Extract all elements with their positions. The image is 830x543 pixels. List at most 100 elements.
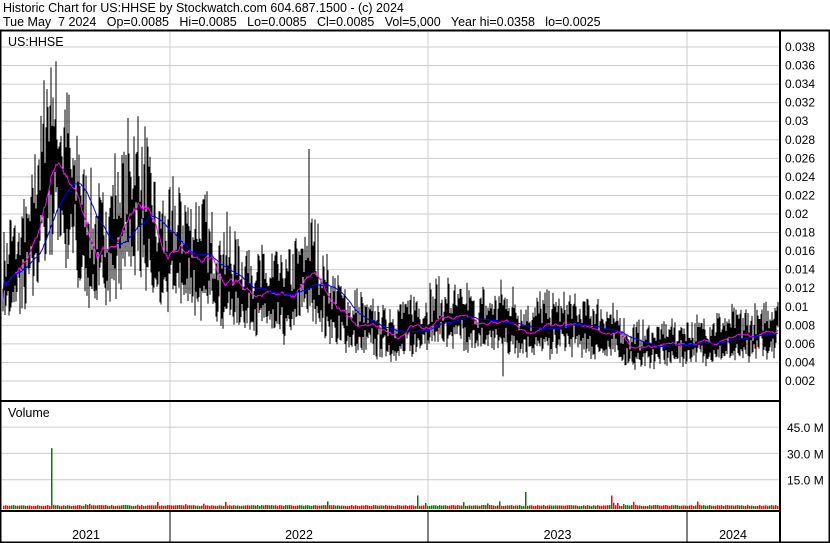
volume-bar: [365, 505, 367, 509]
volume-bar: [371, 505, 373, 509]
volume-bar: [65, 505, 67, 509]
volume-bar: [619, 505, 621, 509]
volume-bar: [205, 505, 207, 509]
volume-bar: [181, 505, 183, 509]
volume-bar: [49, 505, 51, 509]
volume-bar: [81, 505, 83, 509]
volume-bar: [479, 505, 481, 509]
volume-bar: [223, 505, 225, 509]
volume-bar: [137, 504, 139, 509]
volume-bar: [613, 502, 615, 509]
volume-bar: [477, 505, 479, 509]
price-tick-label: 0.016: [785, 244, 815, 258]
volume-bar: [481, 505, 483, 509]
volume-bar: [731, 505, 733, 509]
volume-bar: [657, 505, 659, 509]
price-tick-label: 0.038: [785, 40, 815, 54]
volume-bar: [19, 505, 21, 509]
volume-bar: [317, 505, 319, 509]
volume-bar: [71, 505, 73, 509]
volume-bar: [603, 505, 605, 509]
volume-bar: [653, 505, 655, 509]
volume-bar: [769, 505, 771, 509]
volume-bar: [239, 505, 241, 509]
volume-bar: [483, 505, 485, 509]
volume-bar: [111, 505, 113, 509]
volume-bar: [131, 505, 133, 509]
volume-bar: [161, 505, 163, 509]
volume-bar: [169, 505, 171, 509]
volume-bar: [565, 505, 567, 509]
volume-bar: [179, 504, 181, 509]
volume-bar: [601, 505, 603, 509]
volume-bar: [163, 505, 165, 509]
volume-bar: [91, 505, 93, 509]
volume-bar: [719, 505, 721, 509]
volume-bar: [67, 505, 69, 509]
volume-bar: [649, 505, 651, 509]
volume-bar: [229, 505, 231, 509]
volume-bar: [777, 505, 779, 509]
volume-bar: [225, 501, 227, 509]
volume-bar: [411, 505, 413, 509]
price-tick-label: 0.026: [785, 151, 815, 165]
volume-bar: [699, 504, 701, 509]
volume-bar: [553, 505, 555, 509]
volume-bar: [741, 505, 743, 509]
volume-bar: [323, 505, 325, 509]
volume-bar: [407, 505, 409, 509]
volume-bar: [545, 505, 547, 509]
volume-bar: [677, 505, 679, 509]
volume-bar: [533, 505, 535, 509]
volume-bar: [185, 504, 187, 509]
volume-bar: [745, 505, 747, 509]
volume-bar: [215, 505, 217, 509]
volume-bar: [383, 505, 385, 509]
volume-bar: [773, 505, 775, 509]
volume-bar: [171, 505, 173, 509]
volume-bar: [101, 505, 103, 509]
volume-bar: [457, 505, 459, 509]
volume-panel-title: Volume: [8, 406, 50, 420]
year-label: 2021: [72, 528, 100, 542]
price-panel-title: US:HHSE: [8, 35, 64, 49]
volume-bar: [529, 505, 531, 509]
volume-bar: [311, 505, 313, 509]
volume-bar: [439, 505, 441, 509]
volume-bar: [465, 505, 467, 509]
volume-bar: [273, 505, 275, 509]
volume-bar: [53, 505, 55, 509]
volume-bar: [575, 505, 577, 509]
volume-bar: [63, 505, 65, 509]
volume-bar: [767, 505, 769, 509]
volume-bar: [377, 505, 379, 509]
volume-bar: [307, 505, 309, 509]
price-tick-label: 0.012: [785, 281, 815, 295]
volume-bar: [669, 505, 671, 509]
volume-bar: [183, 505, 185, 509]
volume-bar: [151, 505, 153, 509]
volume-bar: [123, 505, 125, 509]
volume-bar: [535, 505, 537, 509]
volume-bar: [695, 505, 697, 509]
volume-bar: [133, 505, 135, 509]
volume-bar: [635, 504, 637, 509]
volume-bar: [503, 505, 505, 509]
price-tick-label: 0.02: [785, 207, 809, 221]
volume-bar: [511, 505, 513, 509]
volume-bar: [119, 505, 121, 509]
volume-bar: [337, 505, 339, 509]
volume-bar: [45, 505, 47, 509]
volume-bar: [541, 505, 543, 509]
volume-bar: [499, 501, 501, 509]
volume-bar: [357, 505, 359, 509]
volume-bar: [209, 505, 211, 509]
volume-bar: [595, 505, 597, 509]
volume-bar: [335, 505, 337, 509]
price-tick-label: 0.028: [785, 133, 815, 147]
volume-bar: [735, 505, 737, 509]
volume-bar: [339, 505, 341, 509]
volume-bar: [47, 505, 49, 509]
volume-bar: [637, 505, 639, 509]
volume-bar: [17, 505, 19, 509]
